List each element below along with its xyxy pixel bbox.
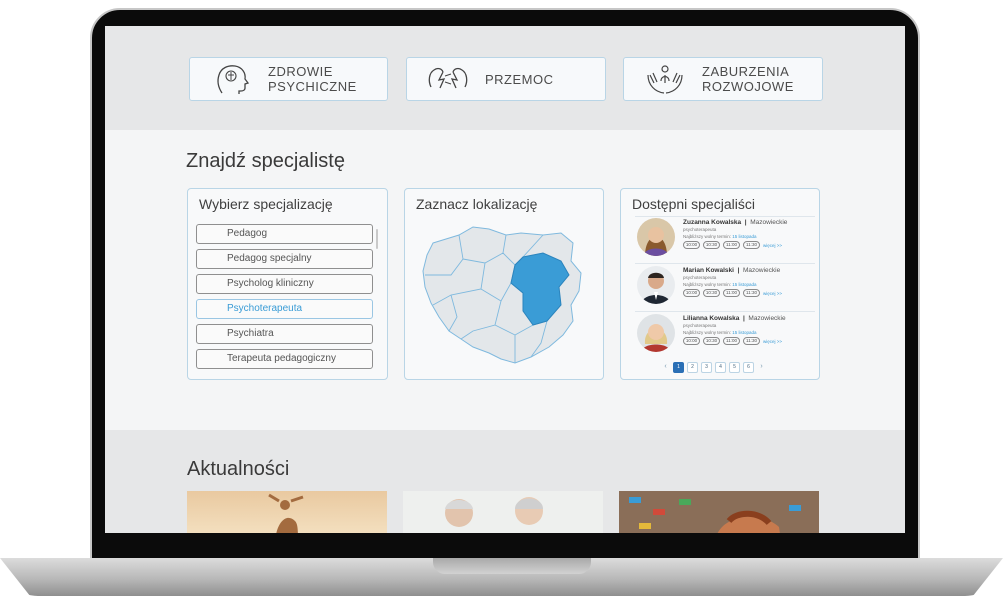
- specialist-name: Marian Kowalski | Mazowieckie: [683, 267, 781, 274]
- news-image: [619, 491, 819, 533]
- specialization-title: Wybierz specjalizację: [199, 196, 333, 212]
- time-slot[interactable]: 10:30: [703, 241, 720, 249]
- specialist-name: Lilianna Kowalska | Mazowieckie: [683, 315, 786, 322]
- category-bar: ZDROWIE PSYCHICZNE PRZEMOC ZABURZENIA RO…: [105, 26, 905, 130]
- hands-child-icon: [647, 65, 683, 94]
- more-link[interactable]: więcej >>: [763, 291, 782, 296]
- finder-section: Znajdź specjalistę Wybierz specjalizację…: [105, 130, 905, 430]
- avatar: [637, 314, 675, 352]
- next-appointment: Najbliższy wolny termin: 15 listopada: [683, 330, 757, 335]
- category-developmental[interactable]: ZABURZENIA ROZWOJOWE: [623, 57, 823, 101]
- news-title: Aktualności: [187, 458, 290, 480]
- specialization-option[interactable]: Terapeuta pedagogiczny: [196, 349, 373, 369]
- category-label: ZABURZENIA: [702, 64, 790, 79]
- news-card[interactable]: [403, 491, 603, 533]
- finder-title: Znajdź specjalistę: [186, 150, 345, 172]
- time-slot[interactable]: 11:30: [743, 289, 760, 297]
- page-button-current[interactable]: 1: [673, 362, 684, 373]
- page-button[interactable]: 4: [715, 362, 726, 373]
- location-title: Zaznacz lokalizację: [416, 196, 538, 212]
- laptop-screen: ZDROWIE PSYCHICZNE PRZEMOC ZABURZENIA RO…: [105, 26, 905, 533]
- poland-map[interactable]: [411, 213, 599, 373]
- page-button[interactable]: 6: [743, 362, 754, 373]
- chevron-right-icon[interactable]: ›: [757, 362, 766, 371]
- specialist-role: psychoterapeuta: [683, 275, 717, 280]
- specialist-card[interactable]: Lilianna Kowalska | Mazowieckie psychote…: [637, 313, 812, 357]
- specialists-title: Dostępni specjaliści: [632, 196, 755, 212]
- specialization-option-selected[interactable]: Psychoterapeuta: [196, 299, 373, 319]
- time-slot[interactable]: 11:30: [743, 337, 760, 345]
- time-slot[interactable]: 10:00: [683, 241, 700, 249]
- page-button[interactable]: 3: [701, 362, 712, 373]
- time-slot[interactable]: 11:00: [723, 289, 740, 297]
- laptop-notch: [433, 558, 591, 574]
- avatar: [637, 218, 675, 256]
- pagination: ‹ 1 2 3 4 5 6 ›: [661, 362, 766, 373]
- specialization-option[interactable]: Psycholog kliniczny: [196, 274, 373, 294]
- category-label: PSYCHICZNE: [268, 79, 357, 94]
- more-link[interactable]: więcej >>: [763, 243, 782, 248]
- divider: [635, 263, 815, 264]
- specialist-role: psychoterapeuta: [683, 323, 717, 328]
- specialist-region: Mazowieckie: [750, 219, 788, 226]
- divider: [635, 311, 815, 312]
- page-button[interactable]: 5: [729, 362, 740, 373]
- news-section: Aktualności: [105, 430, 905, 533]
- specialization-panel: Wybierz specjalizację Pedagog Pedagog sp…: [187, 188, 388, 380]
- next-appointment: Najbliższy wolny termin: 15 listopada: [683, 234, 757, 239]
- category-violence[interactable]: PRZEMOC: [406, 57, 606, 101]
- head-brain-icon: [217, 65, 250, 94]
- time-slot[interactable]: 10:30: [703, 289, 720, 297]
- time-slot[interactable]: 11:30: [743, 241, 760, 249]
- specialists-panel: Dostępni specjaliści Zuzanna Kowalska | …: [620, 188, 820, 380]
- news-image: [187, 491, 387, 533]
- specialization-option[interactable]: Pedagog: [196, 224, 373, 244]
- time-slot[interactable]: 10:00: [683, 337, 700, 345]
- next-appointment: Najbliższy wolny termin: 15 listopada: [683, 282, 757, 287]
- news-card[interactable]: [619, 491, 819, 533]
- page-button[interactable]: 2: [687, 362, 698, 373]
- specialist-role: psychoterapeuta: [683, 227, 717, 232]
- time-slot[interactable]: 11:00: [723, 337, 740, 345]
- location-panel: Zaznacz lokalizację: [404, 188, 604, 380]
- news-image: [403, 491, 603, 533]
- time-slot[interactable]: 11:00: [723, 241, 740, 249]
- time-slot[interactable]: 10:00: [683, 289, 700, 297]
- specialization-option[interactable]: Psychiatra: [196, 324, 373, 344]
- news-card[interactable]: [187, 491, 387, 533]
- avatar: [637, 266, 675, 304]
- chevron-left-icon[interactable]: ‹: [661, 362, 670, 371]
- specialist-region: Mazowieckie: [748, 315, 786, 322]
- violence-icon: [428, 67, 468, 89]
- time-slot[interactable]: 10:30: [703, 337, 720, 345]
- category-label: PRZEMOC: [485, 71, 554, 87]
- specialist-name: Zuzanna Kowalska | Mazowieckie: [683, 219, 788, 226]
- specialist-region: Mazowieckie: [742, 267, 781, 274]
- specialization-option[interactable]: Pedagog specjalny: [196, 249, 373, 269]
- specialist-card[interactable]: Marian Kowalski | Mazowieckie psychotera…: [637, 265, 812, 309]
- category-label: ZDROWIE: [268, 64, 333, 79]
- specialization-scrollbar[interactable]: [376, 229, 378, 249]
- category-label: ROZWOJOWE: [702, 79, 794, 94]
- more-link[interactable]: więcej >>: [763, 339, 782, 344]
- category-mental-health[interactable]: ZDROWIE PSYCHICZNE: [189, 57, 388, 101]
- specialist-card[interactable]: Zuzanna Kowalska | Mazowieckie psychoter…: [637, 217, 812, 261]
